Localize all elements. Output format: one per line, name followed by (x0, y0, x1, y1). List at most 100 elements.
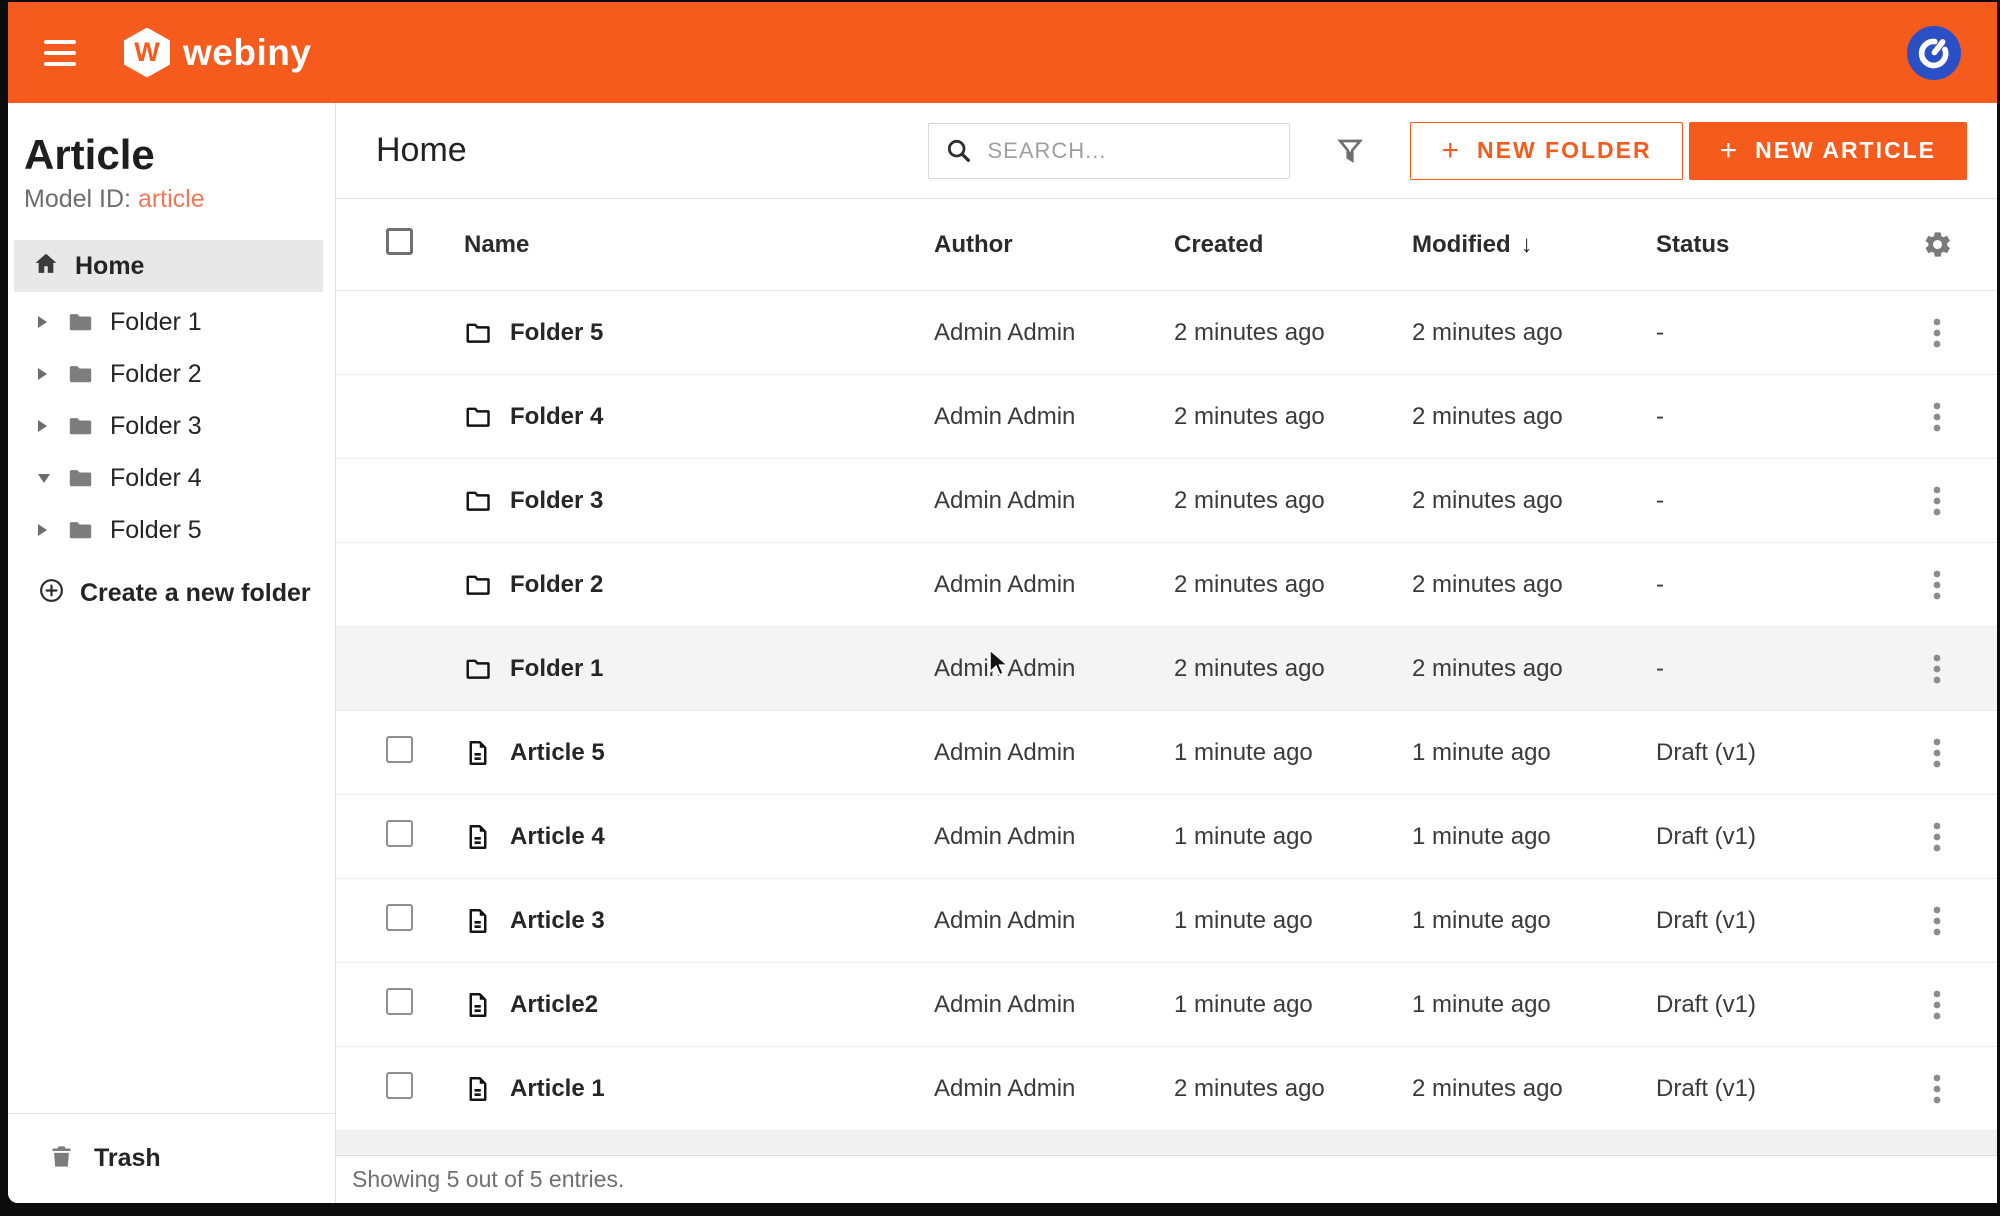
folder-tree: Home Folder 1 Folder 2 Folder 3 (8, 240, 335, 620)
row-name[interactable]: Folder 2 (510, 571, 603, 599)
row-modified: 1 minute ago (1412, 907, 1656, 935)
table-row[interactable]: Folder 4 Admin Admin 2 minutes ago 2 min… (336, 375, 1997, 459)
sidebar-folder-item[interactable]: Folder 4 (8, 452, 335, 504)
row-status: Draft (v1) (1656, 1075, 1877, 1103)
chevron-down-icon[interactable] (38, 474, 50, 483)
document-icon (464, 739, 492, 767)
sidebar-item-home[interactable]: Home (14, 240, 323, 292)
folder-label: Folder 1 (110, 308, 202, 337)
table-row[interactable]: Folder 1 Admin Admin 2 minutes ago 2 min… (336, 627, 1997, 711)
row-modified: 2 minutes ago (1412, 571, 1656, 599)
new-folder-button[interactable]: + NEW FOLDER (1410, 122, 1682, 180)
hamburger-menu-icon[interactable] (44, 40, 76, 66)
row-name[interactable]: Article 3 (510, 907, 605, 935)
sidebar-folder-item[interactable]: Folder 5 (8, 504, 335, 556)
kebab-menu-icon[interactable] (1929, 734, 1945, 772)
column-header-author[interactable]: Author (934, 231, 1174, 259)
column-header-status[interactable]: Status (1656, 231, 1877, 259)
folder-icon (67, 309, 94, 336)
search-box[interactable] (928, 123, 1290, 179)
table-row[interactable]: Article 3 Admin Admin 1 minute ago 1 min… (336, 879, 1997, 963)
folder-icon (464, 319, 492, 347)
row-name[interactable]: Article 5 (510, 739, 605, 767)
create-folder-label: Create a new folder (80, 579, 311, 608)
folder-label: Folder 2 (110, 360, 202, 389)
row-name[interactable]: Folder 5 (510, 319, 603, 347)
kebab-menu-icon[interactable] (1929, 650, 1945, 688)
row-status: Draft (v1) (1656, 739, 1877, 767)
row-name[interactable]: Folder 1 (510, 655, 603, 683)
document-icon (464, 823, 492, 851)
table-row[interactable]: Article 4 Admin Admin 1 minute ago 1 min… (336, 795, 1997, 879)
table-row[interactable]: Article2 Admin Admin 1 minute ago 1 minu… (336, 963, 1997, 1047)
folder-icon (464, 403, 492, 431)
table-row[interactable]: Folder 3 Admin Admin 2 minutes ago 2 min… (336, 459, 1997, 543)
sidebar-folder-item[interactable]: Folder 1 (8, 296, 335, 348)
top-app-bar: w webiny (8, 2, 1997, 103)
row-name[interactable]: Article 1 (510, 1075, 605, 1103)
table-row[interactable]: Folder 2 Admin Admin 2 minutes ago 2 min… (336, 543, 1997, 627)
row-checkbox[interactable] (386, 1072, 413, 1099)
row-created: 2 minutes ago (1174, 1075, 1412, 1103)
kebab-menu-icon[interactable] (1929, 482, 1945, 520)
webiny-logo[interactable]: w webiny (124, 28, 311, 78)
row-created: 2 minutes ago (1174, 403, 1412, 431)
filter-icon[interactable] (1334, 135, 1366, 167)
column-header-created[interactable]: Created (1174, 231, 1412, 259)
select-all-checkbox[interactable] (386, 228, 413, 255)
kebab-menu-icon[interactable] (1929, 314, 1945, 352)
kebab-menu-icon[interactable] (1929, 566, 1945, 604)
row-checkbox[interactable] (386, 736, 413, 763)
row-name[interactable]: Article 4 (510, 823, 605, 851)
kebab-menu-icon[interactable] (1929, 1070, 1945, 1108)
kebab-menu-icon[interactable] (1929, 398, 1945, 436)
chevron-right-icon[interactable] (38, 420, 47, 432)
row-created: 1 minute ago (1174, 739, 1412, 767)
kebab-menu-icon[interactable] (1929, 818, 1945, 856)
chevron-right-icon[interactable] (38, 524, 47, 536)
new-article-button[interactable]: + NEW ARTICLE (1689, 122, 1967, 180)
folder-icon (464, 655, 492, 683)
row-checkbox[interactable] (386, 988, 413, 1015)
chevron-right-icon[interactable] (38, 368, 47, 380)
search-icon (945, 137, 973, 165)
trash-icon (48, 1143, 75, 1175)
row-name[interactable]: Folder 4 (510, 403, 603, 431)
column-header-modified[interactable]: Modified↓ (1412, 231, 1656, 259)
home-icon (32, 250, 60, 283)
create-folder-button[interactable]: Create a new folder (8, 566, 335, 620)
table-settings-gear-icon[interactable] (1922, 229, 1953, 260)
document-icon (464, 907, 492, 935)
table-row[interactable]: Article 1 Admin Admin 2 minutes ago 2 mi… (336, 1047, 1997, 1131)
search-input[interactable] (987, 138, 1273, 164)
folder-icon (464, 571, 492, 599)
plus-icon: + (1441, 136, 1461, 166)
row-created: 1 minute ago (1174, 907, 1412, 935)
folder-icon (67, 413, 94, 440)
row-created: 2 minutes ago (1174, 319, 1412, 347)
entries-count: Showing 5 out of 5 entries. (352, 1166, 624, 1193)
table-row[interactable]: Article 5 Admin Admin 1 minute ago 1 min… (336, 711, 1997, 795)
row-author: Admin Admin (934, 571, 1174, 599)
row-created: 1 minute ago (1174, 823, 1412, 851)
webiny-wordmark: webiny (183, 32, 311, 74)
row-created: 2 minutes ago (1174, 487, 1412, 515)
row-checkbox[interactable] (386, 820, 413, 847)
sidebar-folder-item[interactable]: Folder 3 (8, 400, 335, 452)
row-status: - (1656, 655, 1877, 683)
kebab-menu-icon[interactable] (1929, 986, 1945, 1024)
chevron-right-icon[interactable] (38, 316, 47, 328)
user-avatar[interactable] (1907, 26, 1961, 80)
row-author: Admin Admin (934, 403, 1174, 431)
home-label: Home (75, 252, 144, 281)
kebab-menu-icon[interactable] (1929, 902, 1945, 940)
sidebar-folder-item[interactable]: Folder 2 (8, 348, 335, 400)
table-row[interactable]: Folder 5 Admin Admin 2 minutes ago 2 min… (336, 291, 1997, 375)
row-name[interactable]: Folder 3 (510, 487, 603, 515)
row-status: Draft (v1) (1656, 823, 1877, 851)
row-name[interactable]: Article2 (510, 991, 598, 1019)
row-checkbox[interactable] (386, 904, 413, 931)
folder-label: Folder 4 (110, 464, 202, 493)
sidebar-item-trash[interactable]: Trash (8, 1113, 335, 1203)
column-header-name[interactable]: Name (464, 231, 934, 259)
